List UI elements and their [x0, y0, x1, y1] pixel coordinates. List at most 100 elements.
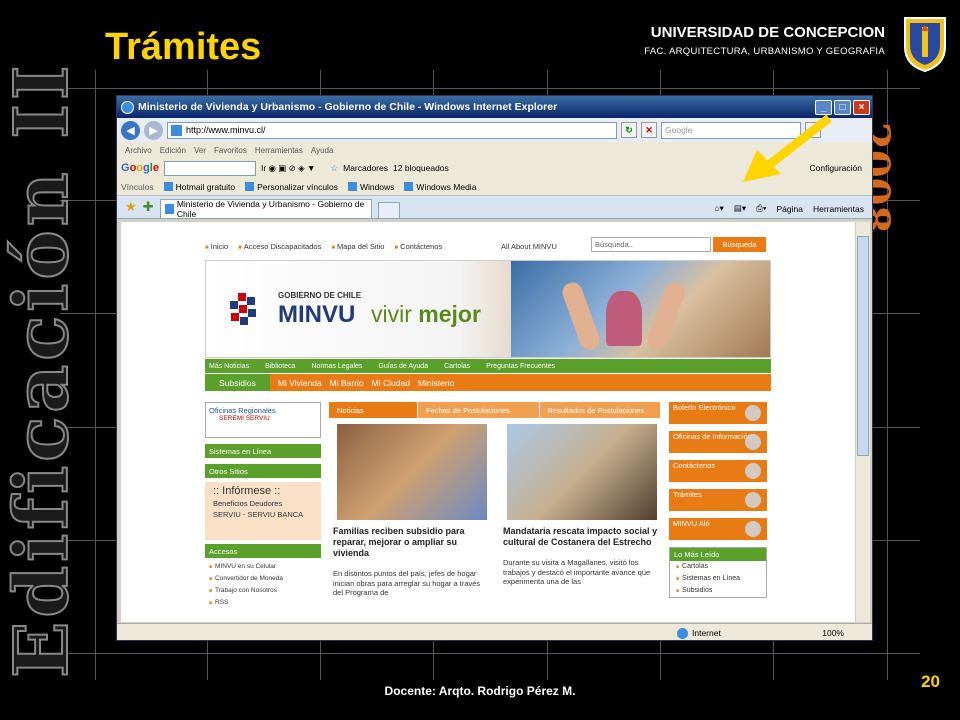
link-windows-media[interactable]: Windows Media [404, 182, 476, 192]
pointer-arrow-icon [743, 114, 832, 182]
site-center-column: Noticias Fechas de Postulaciones Resulta… [329, 402, 661, 598]
bookmarks-menu[interactable]: Marcadores [343, 163, 388, 173]
nav-cartolas[interactable]: Cartolas [444, 363, 470, 370]
informese-banner[interactable]: :: Infórmese :: Beneficios Deudores SERV… [205, 482, 321, 540]
address-bar[interactable]: http://www.minvu.cl/ [167, 121, 617, 139]
seremi-label: SEREMI SERVIU [219, 415, 270, 422]
menu-favoritos[interactable]: Favoritos [214, 146, 247, 155]
nav-preguntas[interactable]: Preguntas Frecuentes [486, 363, 555, 370]
vertical-scrollbar[interactable] [855, 222, 870, 622]
link-inicio[interactable]: Inicio [205, 242, 229, 251]
link-contactenos[interactable]: Contáctenos [394, 242, 442, 251]
tab-minvu[interactable]: Ministerio de Vivienda y Urbanismo - Gob… [159, 199, 372, 219]
grid-line [95, 70, 96, 680]
print-icon[interactable]: ⎙▾ [756, 203, 766, 214]
add-favorite-icon[interactable]: ✚ [143, 199, 154, 215]
command-bar: ⌂▾ ▤▾ ⎙▾ Página Herramientas [714, 199, 872, 218]
lo-mas-item[interactable]: Sistemas en Línea [670, 573, 766, 585]
nav-mi-ciudad[interactable]: Mi Ciudad [372, 378, 410, 388]
link-acceso-discapacitados[interactable]: Acceso Discapacitados [238, 242, 322, 251]
menu-herramientas[interactable]: Herramientas [255, 146, 303, 155]
site-left-column: Oficinas Regionales SEREMI SERVIU Sistem… [205, 402, 321, 612]
forward-button[interactable]: ▶ [144, 120, 163, 140]
menu-ayuda[interactable]: Ayuda [311, 146, 334, 155]
tab-title: Ministerio de Vivienda y Urbanismo - Gob… [176, 199, 365, 219]
minvu-logo-icon [230, 293, 256, 325]
about-minvu-link[interactable]: All About MINVU [501, 242, 557, 251]
acceso-item[interactable]: RSS [209, 597, 317, 609]
oficinas-regionales-box[interactable]: Oficinas Regionales SEREMI SERVIU [205, 402, 321, 438]
tab-resultados[interactable]: Resultados de Postulaciones [539, 402, 660, 418]
nav-biblioteca[interactable]: Biblioteca [265, 363, 295, 370]
google-logo: Google [121, 162, 159, 174]
refresh-icon[interactable]: ↻ [621, 122, 637, 138]
home-icon[interactable]: ⌂▾ [714, 203, 723, 214]
links-label: Vínculos [121, 181, 154, 192]
favorites-star-icon[interactable]: ★ [125, 199, 137, 215]
tools-menu[interactable]: Herramientas [813, 204, 864, 214]
nav-mi-vivienda[interactable]: Mi Vivienda [278, 378, 322, 388]
news-item[interactable]: Familias reciben subsidio para reparar, … [329, 424, 491, 598]
gov-label: GOBIERNO DE CHILE [278, 291, 362, 300]
tab-noticias[interactable]: Noticias [329, 402, 417, 418]
acceso-item[interactable]: Convertidor de Moneda [209, 573, 317, 585]
nav-mas-noticias[interactable]: Más Noticias [209, 363, 249, 370]
acceso-item[interactable]: MINVU en su Celular [209, 561, 317, 573]
nav-subsidios[interactable]: Subsidios [205, 374, 270, 391]
page-menu[interactable]: Página [777, 204, 803, 214]
boletin-button[interactable]: Boletín Electrónico [669, 402, 767, 424]
nav-ministerio[interactable]: Ministerio [418, 378, 454, 388]
nav-mi-barrio[interactable]: Mi Barrio [330, 378, 364, 388]
link-mapa-sitio[interactable]: Mapa del Sitio [331, 242, 385, 251]
site-search-button[interactable]: Búsqueda [713, 237, 766, 252]
tab-fechas[interactable]: Fechas de Postulaciones [418, 402, 539, 418]
menu-edicion[interactable]: Edición [160, 146, 186, 155]
vertical-course-title: Edificación II [0, 60, 86, 679]
menu-archivo[interactable]: Archivo [125, 146, 152, 155]
link-windows[interactable]: Windows [348, 182, 394, 192]
nav-normas[interactable]: Normas Legales [311, 363, 362, 370]
news-item[interactable]: Mandataria rescata impacto social y cult… [499, 424, 661, 598]
news-tabs: Noticias Fechas de Postulaciones Resulta… [329, 402, 661, 418]
scroll-thumb[interactable] [857, 236, 869, 456]
bookmark-star-icon[interactable]: ☆ [330, 163, 338, 174]
google-search-input[interactable] [163, 160, 256, 176]
nav-guias[interactable]: Guías de Ayuda [378, 363, 428, 370]
site-nav-secondary: Subsidios Mi Vivienda Mi Barrio Mi Ciuda… [205, 374, 771, 391]
hand-image [559, 279, 603, 353]
informese-title: :: Infórmese :: [213, 485, 281, 497]
site-search-input[interactable]: Búsqueda.. [591, 237, 711, 252]
stop-icon[interactable]: ✕ [641, 122, 657, 138]
news-summary: Durante su visita a Magallanes, visitó l… [503, 558, 651, 586]
new-tab-button[interactable] [377, 202, 400, 218]
address-text: http://www.minvu.cl/ [186, 125, 266, 135]
otros-sitios-button[interactable]: Otros Sitios [205, 464, 321, 478]
feeds-icon[interactable]: ▤▾ [734, 203, 746, 214]
news-headline[interactable]: Familias reciben subsidio para reparar, … [333, 526, 491, 559]
tab-bar: ★ ✚ Ministerio de Vivienda y Urbanismo -… [117, 196, 872, 219]
faculty-name: FAC. ARQUITECTURA, URBANISMO Y GEOGRAFIA [644, 46, 885, 57]
zoom-level[interactable]: 100% [822, 628, 844, 638]
contactenos-button[interactable]: Contáctenos [669, 460, 767, 482]
close-button[interactable]: × [853, 99, 870, 115]
news-headline[interactable]: Mandataria rescata impacto social y cult… [503, 526, 661, 548]
link-hotmail[interactable]: Hotmail gratuito [164, 182, 236, 192]
back-button[interactable]: ◀ [121, 120, 140, 140]
grid-line [60, 88, 920, 89]
lo-mas-item[interactable]: Cartolas [670, 561, 766, 573]
lo-mas-item[interactable]: Subsidios [670, 585, 766, 597]
sistemas-en-linea-button[interactable]: Sistemas en Línea [205, 444, 321, 458]
acceso-item[interactable]: Trabajo con Nosotros [209, 585, 317, 597]
oficinas-informacion-button[interactable]: Oficinas de Información [669, 431, 767, 453]
university-crest-icon [904, 17, 946, 73]
news-photo [337, 424, 487, 520]
menu-ver[interactable]: Ver [194, 146, 206, 155]
link-personalizar[interactable]: Personalizar vínculos [245, 182, 338, 192]
popup-blocked-count[interactable]: 12 bloqueados [393, 163, 449, 173]
year-label: 2008 [851, 122, 898, 234]
tramites-button[interactable]: Trámites [669, 489, 767, 511]
google-tool-icons[interactable]: Ir ◉ ▣ ⊘ ◈ ▼ [261, 163, 316, 174]
minvu-alo-button[interactable]: MINVU Aló [669, 518, 767, 540]
security-zone: Internet [692, 628, 721, 638]
slide: Edificación II Trámites UNIVERSIDAD DE C… [0, 0, 960, 720]
